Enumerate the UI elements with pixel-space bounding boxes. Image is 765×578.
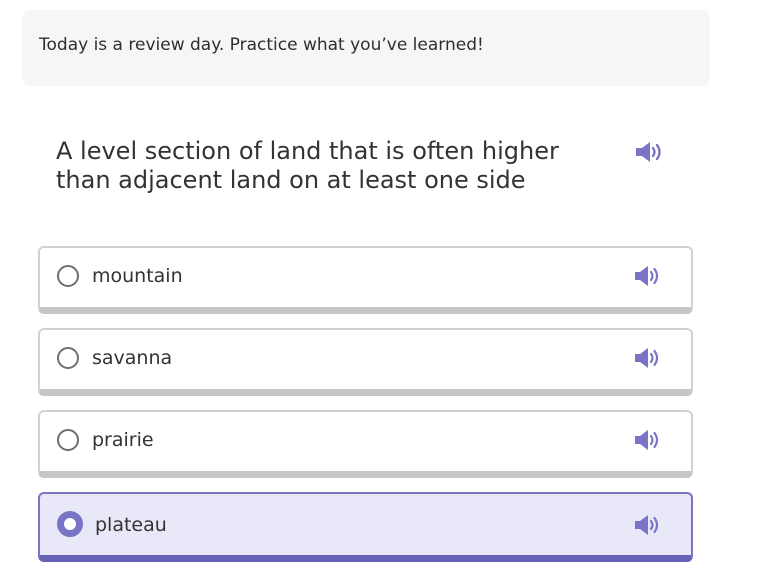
answer-choice-savanna[interactable]: savanna <box>38 328 693 396</box>
choice-label: savanna <box>92 347 173 369</box>
radio-button[interactable] <box>57 265 79 287</box>
review-day-banner: Today is a review day. Practice what you… <box>22 10 710 86</box>
answer-choice-mountain[interactable]: mountain <box>38 246 693 314</box>
review-page: Today is a review day. Practice what you… <box>0 0 765 578</box>
radio-button-selected[interactable] <box>57 511 83 537</box>
choice-label: plateau <box>95 514 167 536</box>
speaker-icon[interactable] <box>633 347 661 369</box>
question-prompt: A level section of land that is often hi… <box>56 137 559 194</box>
speaker-icon[interactable] <box>633 265 661 287</box>
speaker-icon[interactable] <box>633 514 661 536</box>
answer-choice-plateau[interactable]: plateau <box>38 492 693 562</box>
radio-button[interactable] <box>57 347 79 369</box>
radio-button[interactable] <box>57 429 79 451</box>
speaker-icon[interactable] <box>633 429 661 451</box>
choice-label: mountain <box>92 265 183 287</box>
answer-choice-prairie[interactable]: prairie <box>38 410 693 478</box>
speaker-icon[interactable] <box>634 140 664 164</box>
banner-text: Today is a review day. Practice what you… <box>39 35 484 55</box>
choice-label: prairie <box>92 429 154 451</box>
